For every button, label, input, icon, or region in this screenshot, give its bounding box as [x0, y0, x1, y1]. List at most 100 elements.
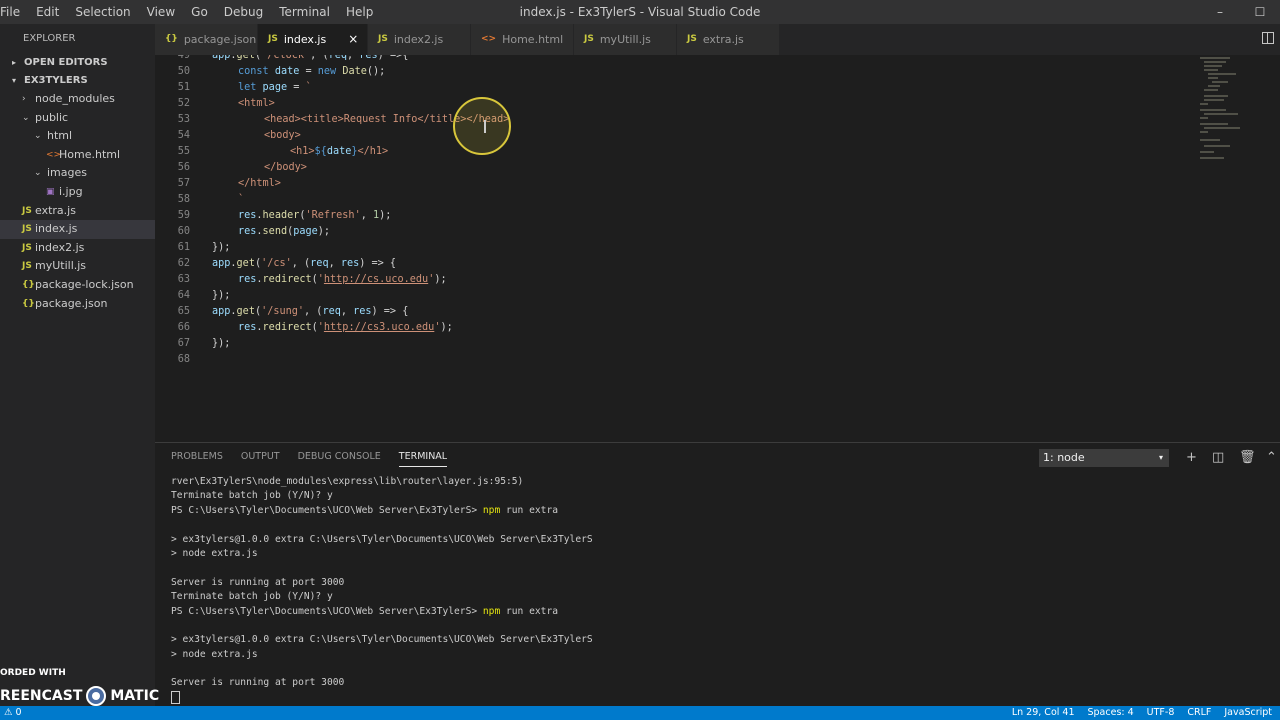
- split-terminal-icon[interactable]: ◫: [1212, 449, 1224, 467]
- tab-extra-js[interactable]: JS extra.js: [677, 24, 780, 55]
- line-number: 60: [177, 226, 190, 237]
- terminal-select[interactable]: 1: node ▾: [1039, 449, 1169, 467]
- tree-item[interactable]: ⌄ html: [0, 127, 155, 146]
- tree-item[interactable]: ▣ i.jpg: [0, 183, 155, 202]
- chevron-up-icon[interactable]: ⌃: [1266, 449, 1277, 467]
- minimize-button[interactable]: –: [1200, 0, 1240, 24]
- code-token: const: [238, 66, 275, 77]
- code-token: let: [238, 82, 263, 93]
- tab-myutill-js[interactable]: JS myUtill.js: [574, 24, 677, 55]
- editor-tabs: {} package.json JS index.js × JS index2.js <> Ho…: [155, 24, 1280, 55]
- split-editor-icon[interactable]: [1262, 32, 1274, 44]
- tab-home-html[interactable]: <> Home.html: [471, 24, 574, 55]
- new-terminal-icon[interactable]: +: [1186, 449, 1197, 467]
- close-icon[interactable]: ×: [348, 24, 358, 55]
- tree-item[interactable]: JS index.js: [0, 220, 155, 239]
- code-token: send: [262, 226, 288, 237]
- open-editors-section[interactable]: ▸ OPEN EDITORS: [0, 54, 155, 72]
- code-line: 56 </body>: [155, 160, 1155, 176]
- tree-item-label: node_modules: [35, 92, 115, 105]
- code-line: 60 res.send(page);: [155, 224, 1155, 240]
- tree-item[interactable]: {} package.json: [0, 295, 155, 314]
- indentation[interactable]: Spaces: 4: [1088, 706, 1134, 720]
- tree-item-label: images: [47, 166, 87, 180]
- code-line: 64});: [155, 288, 1155, 304]
- code-token: page: [293, 226, 318, 237]
- line-number: 64: [177, 290, 190, 301]
- line-number: 66: [177, 322, 190, 333]
- tab-index2-js[interactable]: JS index2.js: [368, 24, 471, 55]
- tree-item[interactable]: JS index2.js: [0, 239, 155, 258]
- code-line: 66 res.redirect('http://cs3.uco.edu');: [155, 320, 1155, 336]
- code-token: );: [379, 210, 392, 221]
- panel-tab-problems[interactable]: PROBLEMS: [171, 451, 223, 467]
- tab-index-js[interactable]: JS index.js ×: [258, 24, 368, 55]
- cursor-position[interactable]: Ln 29, Col 41: [1012, 706, 1075, 720]
- code-line: 55 <h1>${date}</h1>: [155, 144, 1155, 160]
- menu-terminal[interactable]: Terminal: [271, 0, 338, 24]
- code-text: </body>: [264, 160, 307, 176]
- line-ending[interactable]: CRLF: [1187, 706, 1211, 720]
- json-file-icon: {}: [22, 279, 35, 290]
- line-number: 58: [177, 194, 190, 205]
- code-token: res: [238, 274, 257, 285]
- panel-tab-terminal[interactable]: TERMINAL: [398, 451, 448, 467]
- line-number: 52: [177, 98, 190, 109]
- tree-item[interactable]: JS myUtill.js: [0, 257, 155, 276]
- panel-tab-debug-console[interactable]: DEBUG CONSOLE: [298, 451, 381, 467]
- code-token: `: [305, 82, 312, 93]
- code-token: '/cs': [261, 258, 292, 269]
- tab-label: index.js: [283, 33, 327, 46]
- tree-item[interactable]: <> Home.html: [0, 146, 155, 165]
- code-text: <html>: [238, 96, 275, 112]
- menu-view[interactable]: View: [139, 0, 183, 24]
- line-number: 50: [177, 66, 190, 77]
- project-section[interactable]: ▾ EX3TYLERS: [0, 72, 155, 90]
- code-token: });: [212, 338, 231, 349]
- terminal-cursor: [171, 690, 180, 704]
- code-token: res: [353, 306, 372, 317]
- tree-item[interactable]: ⌄ images: [0, 164, 155, 183]
- code-token: <html>: [238, 98, 275, 109]
- maximize-button[interactable]: ☐: [1240, 0, 1280, 24]
- menu-file[interactable]: File: [0, 0, 28, 24]
- terminal-output[interactable]: rver\Ex3TylerS\node_modules\express\lib\…: [171, 475, 1271, 705]
- code-token: ) => {: [359, 258, 397, 269]
- tree-item-label: public: [35, 110, 69, 124]
- trash-icon[interactable]: 🗑: [1239, 449, 1256, 467]
- encoding[interactable]: UTF-8: [1147, 706, 1175, 720]
- tree-item[interactable]: › node_modules: [0, 90, 155, 109]
- menu-go[interactable]: Go: [183, 0, 216, 24]
- code-text: res.redirect('http://cs3.uco.edu');: [238, 320, 453, 336]
- code-token: get: [236, 306, 255, 317]
- language-mode[interactable]: JavaScript: [1224, 706, 1272, 720]
- tab-package-json[interactable]: {} package.json: [155, 24, 258, 55]
- title-bar: File Edit Selection View Go Debug Terminal Help…: [0, 0, 1280, 24]
- terminal-line: Terminate batch job (Y/N)? y: [171, 490, 333, 502]
- tree-item[interactable]: ⌄ public: [0, 109, 155, 128]
- code-token: });: [212, 290, 231, 301]
- menu-selection[interactable]: Selection: [67, 0, 138, 24]
- problems-count[interactable]: ⚠ 0: [4, 706, 22, 720]
- line-number: 67: [177, 338, 190, 349]
- json-file-icon: {}: [22, 298, 35, 309]
- panel-tab-output[interactable]: OUTPUT: [241, 451, 280, 467]
- minimap[interactable]: [1200, 55, 1245, 165]
- code-token: req: [328, 55, 347, 61]
- tree-item-label: extra.js: [35, 203, 76, 217]
- tree-item[interactable]: {} package-lock.json: [0, 276, 155, 295]
- line-number: 68: [177, 354, 190, 365]
- tree-item-label: html: [47, 129, 73, 143]
- menu-help[interactable]: Help: [338, 0, 381, 24]
- menu-edit[interactable]: Edit: [28, 0, 67, 24]
- code-editor[interactable]: 49 app.get('/clock', (req, res) =>{50 cons…: [155, 55, 1280, 440]
- code-token: );: [434, 274, 447, 285]
- code-token: , (: [310, 55, 329, 61]
- tree-item[interactable]: JS extra.js: [0, 202, 155, 221]
- code-token: app: [212, 306, 231, 317]
- menu-debug[interactable]: Debug: [216, 0, 271, 24]
- code-line: 57 </html>: [155, 176, 1155, 192]
- code-text: res.redirect('http://cs.uco.edu');: [238, 272, 447, 288]
